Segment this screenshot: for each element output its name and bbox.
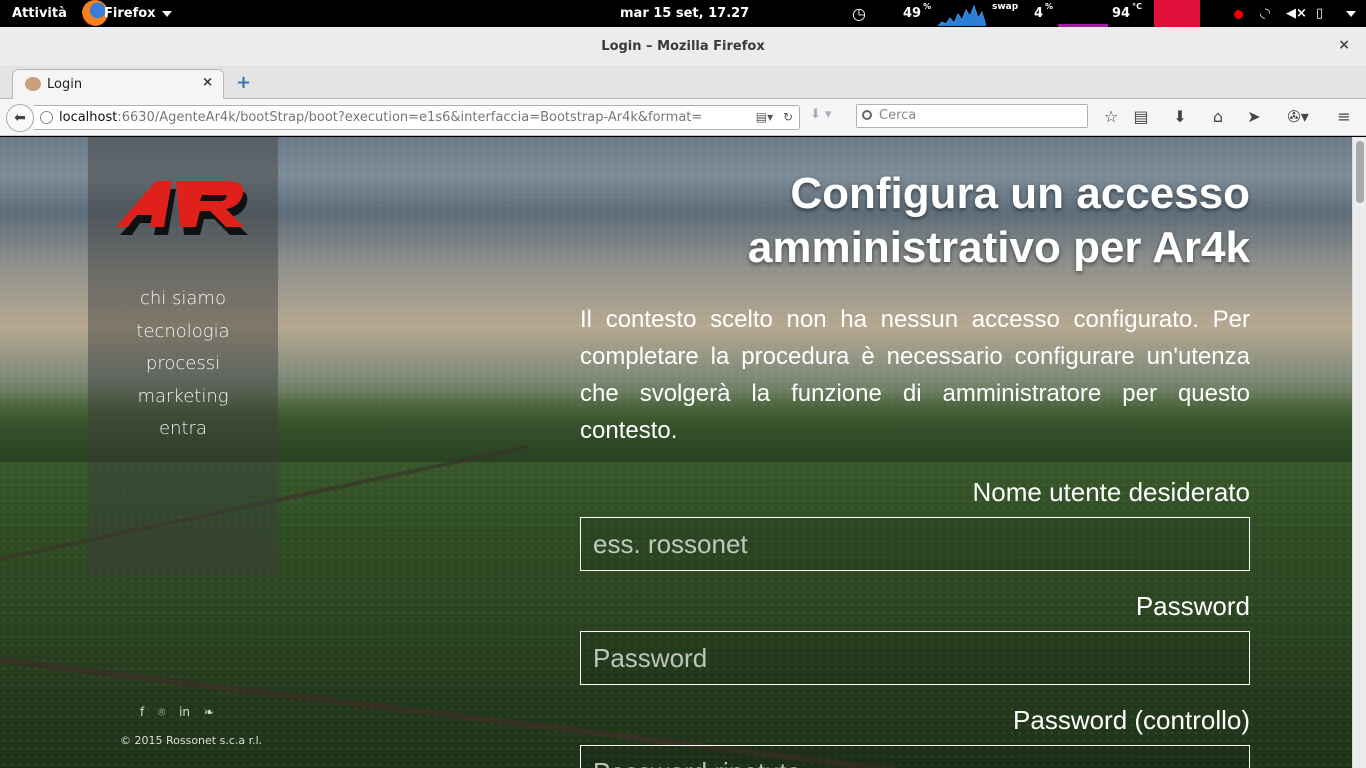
wifi-icon[interactable]: ◟◝ — [1260, 0, 1270, 27]
menu-item-entra[interactable]: entra — [88, 413, 278, 446]
social-links: f ⌾ in ❧ — [140, 705, 224, 720]
downloads-icon[interactable]: ⬇ — [1168, 105, 1192, 129]
page-title: Configura un accesso amministrativo per … — [580, 167, 1250, 275]
username-label: Nome utente desiderato — [972, 477, 1250, 507]
reader-view-icon[interactable]: ▤▾ — [749, 110, 774, 124]
github-icon[interactable]: ⌾ — [158, 705, 165, 719]
cpu-monitor[interactable]: 49% — [903, 0, 931, 27]
cpu-graph-icon — [938, 4, 986, 27]
battery-icon[interactable]: ▯ — [1316, 0, 1323, 27]
url-text: localhost:6630/AgenteAr4k/bootStrap/boot… — [59, 106, 702, 129]
arrow-left-icon: ⬅ — [14, 110, 26, 126]
swap-label: swap — [992, 2, 1019, 12]
tab-strip: Login × + — [0, 67, 1366, 100]
url-host: localhost — [59, 110, 118, 125]
menu-item-tecnologia[interactable]: tecnologia — [88, 316, 278, 349]
addon-icon[interactable]: ✇▾ — [1282, 105, 1314, 129]
send-icon[interactable]: ➤ — [1242, 105, 1266, 129]
password-label: Password — [1135, 591, 1250, 621]
scrollbar-thumb[interactable] — [1356, 141, 1364, 203]
downloads-dropdown-icon[interactable]: ⬇ ▾ — [810, 107, 832, 122]
app-menu[interactable]: Firefox — [104, 0, 172, 27]
cpu-unit: % — [923, 2, 932, 11]
search-icon — [862, 110, 872, 120]
password-field[interactable] — [580, 631, 1250, 685]
record-icon[interactable] — [1234, 10, 1243, 19]
url-path: :6630/AgenteAr4k/bootStrap/boot?executio… — [117, 110, 703, 125]
url-bar-actions: ▤▾ ↻ — [749, 106, 793, 129]
back-button[interactable]: ⬅ — [6, 104, 34, 132]
swap-unit: % — [1045, 2, 1054, 11]
bookmarks-list-icon[interactable]: ▤ — [1129, 105, 1153, 129]
page-scrollbar[interactable] — [1352, 137, 1366, 768]
window-title: Login – Mozilla Firefox — [601, 39, 765, 54]
window-close-button[interactable]: × — [1338, 37, 1350, 53]
swap-value: 4 — [1034, 6, 1044, 21]
sidebar-menu: chi siamo tecnologia processi marketing … — [88, 283, 278, 446]
window-titlebar: Login – Mozilla Firefox × — [0, 27, 1366, 67]
new-tab-button[interactable]: + — [236, 72, 251, 93]
globe-icon — [40, 111, 53, 124]
tab-favicon-icon — [25, 77, 41, 91]
chevron-down-icon — [1346, 10, 1356, 17]
tab-label: Login — [47, 77, 83, 92]
system-top-bar: Attività Firefox mar 15 set, 17.27 ◷ 49%… — [0, 0, 1366, 27]
tab-close-button[interactable]: × — [202, 75, 213, 90]
sidebar: AR chi siamo tecnologia processi marketi… — [88, 137, 278, 577]
cpu-value: 49 — [903, 6, 922, 21]
password-confirm-label: Password (controllo) — [1013, 705, 1250, 735]
web-page: AR chi siamo tecnologia processi marketi… — [0, 137, 1352, 768]
copyright: © 2015 Rossonet s.c.a r.l. — [120, 734, 263, 747]
reload-icon[interactable]: ↻ — [783, 110, 793, 124]
page-title-line-1: Configura un accesso — [790, 169, 1250, 218]
twitter-icon[interactable]: ❧ — [204, 705, 214, 719]
main-content: Configura un accesso amministrativo per … — [580, 167, 1250, 768]
navigation-toolbar: ⬅ localhost:6630/AgenteAr4k/bootStrap/bo… — [0, 99, 1366, 136]
activities-button[interactable]: Attività — [12, 0, 67, 27]
password-confirm-field[interactable] — [580, 745, 1250, 768]
logo-text: AR — [110, 175, 112, 176]
page-title-line-2: amministrativo per Ar4k — [747, 223, 1250, 272]
menu-item-processi[interactable]: processi — [88, 348, 278, 381]
menu-item-chi-siamo[interactable]: chi siamo — [88, 283, 278, 316]
system-menu-caret[interactable] — [1340, 0, 1356, 27]
volume-muted-icon[interactable]: ◀× — [1286, 0, 1307, 27]
username-field[interactable] — [580, 517, 1250, 571]
temp-monitor[interactable]: 94 °C — [1112, 0, 1142, 27]
swap-monitor[interactable]: 4% — [1034, 0, 1053, 27]
tab-login[interactable]: Login × — [12, 69, 224, 100]
facebook-icon[interactable]: f — [140, 705, 144, 719]
menu-item-marketing[interactable]: marketing — [88, 381, 278, 414]
temp-unit: °C — [1132, 2, 1142, 11]
search-input[interactable]: Cerca — [856, 104, 1088, 128]
home-icon[interactable]: ⌂ — [1206, 105, 1230, 129]
search-placeholder: Cerca — [879, 108, 917, 123]
url-bar[interactable]: localhost:6630/AgenteAr4k/bootStrap/boot… — [34, 105, 800, 130]
clock-icon: ◷ — [852, 4, 866, 23]
app-menu-label: Firefox — [104, 6, 156, 21]
hamburger-menu-icon[interactable]: ≡ — [1332, 105, 1356, 129]
linkedin-icon[interactable]: in — [179, 705, 190, 719]
temp-graph — [1154, 0, 1200, 27]
temp-value: 94 — [1112, 6, 1131, 21]
chevron-down-icon — [161, 10, 172, 17]
clock[interactable]: mar 15 set, 17.27 — [620, 0, 749, 27]
ar-logo[interactable]: AR — [110, 175, 256, 241]
intro-text: Il contesto scelto non ha nessun accesso… — [580, 306, 1250, 444]
bookmark-star-icon[interactable]: ☆ — [1099, 105, 1123, 129]
